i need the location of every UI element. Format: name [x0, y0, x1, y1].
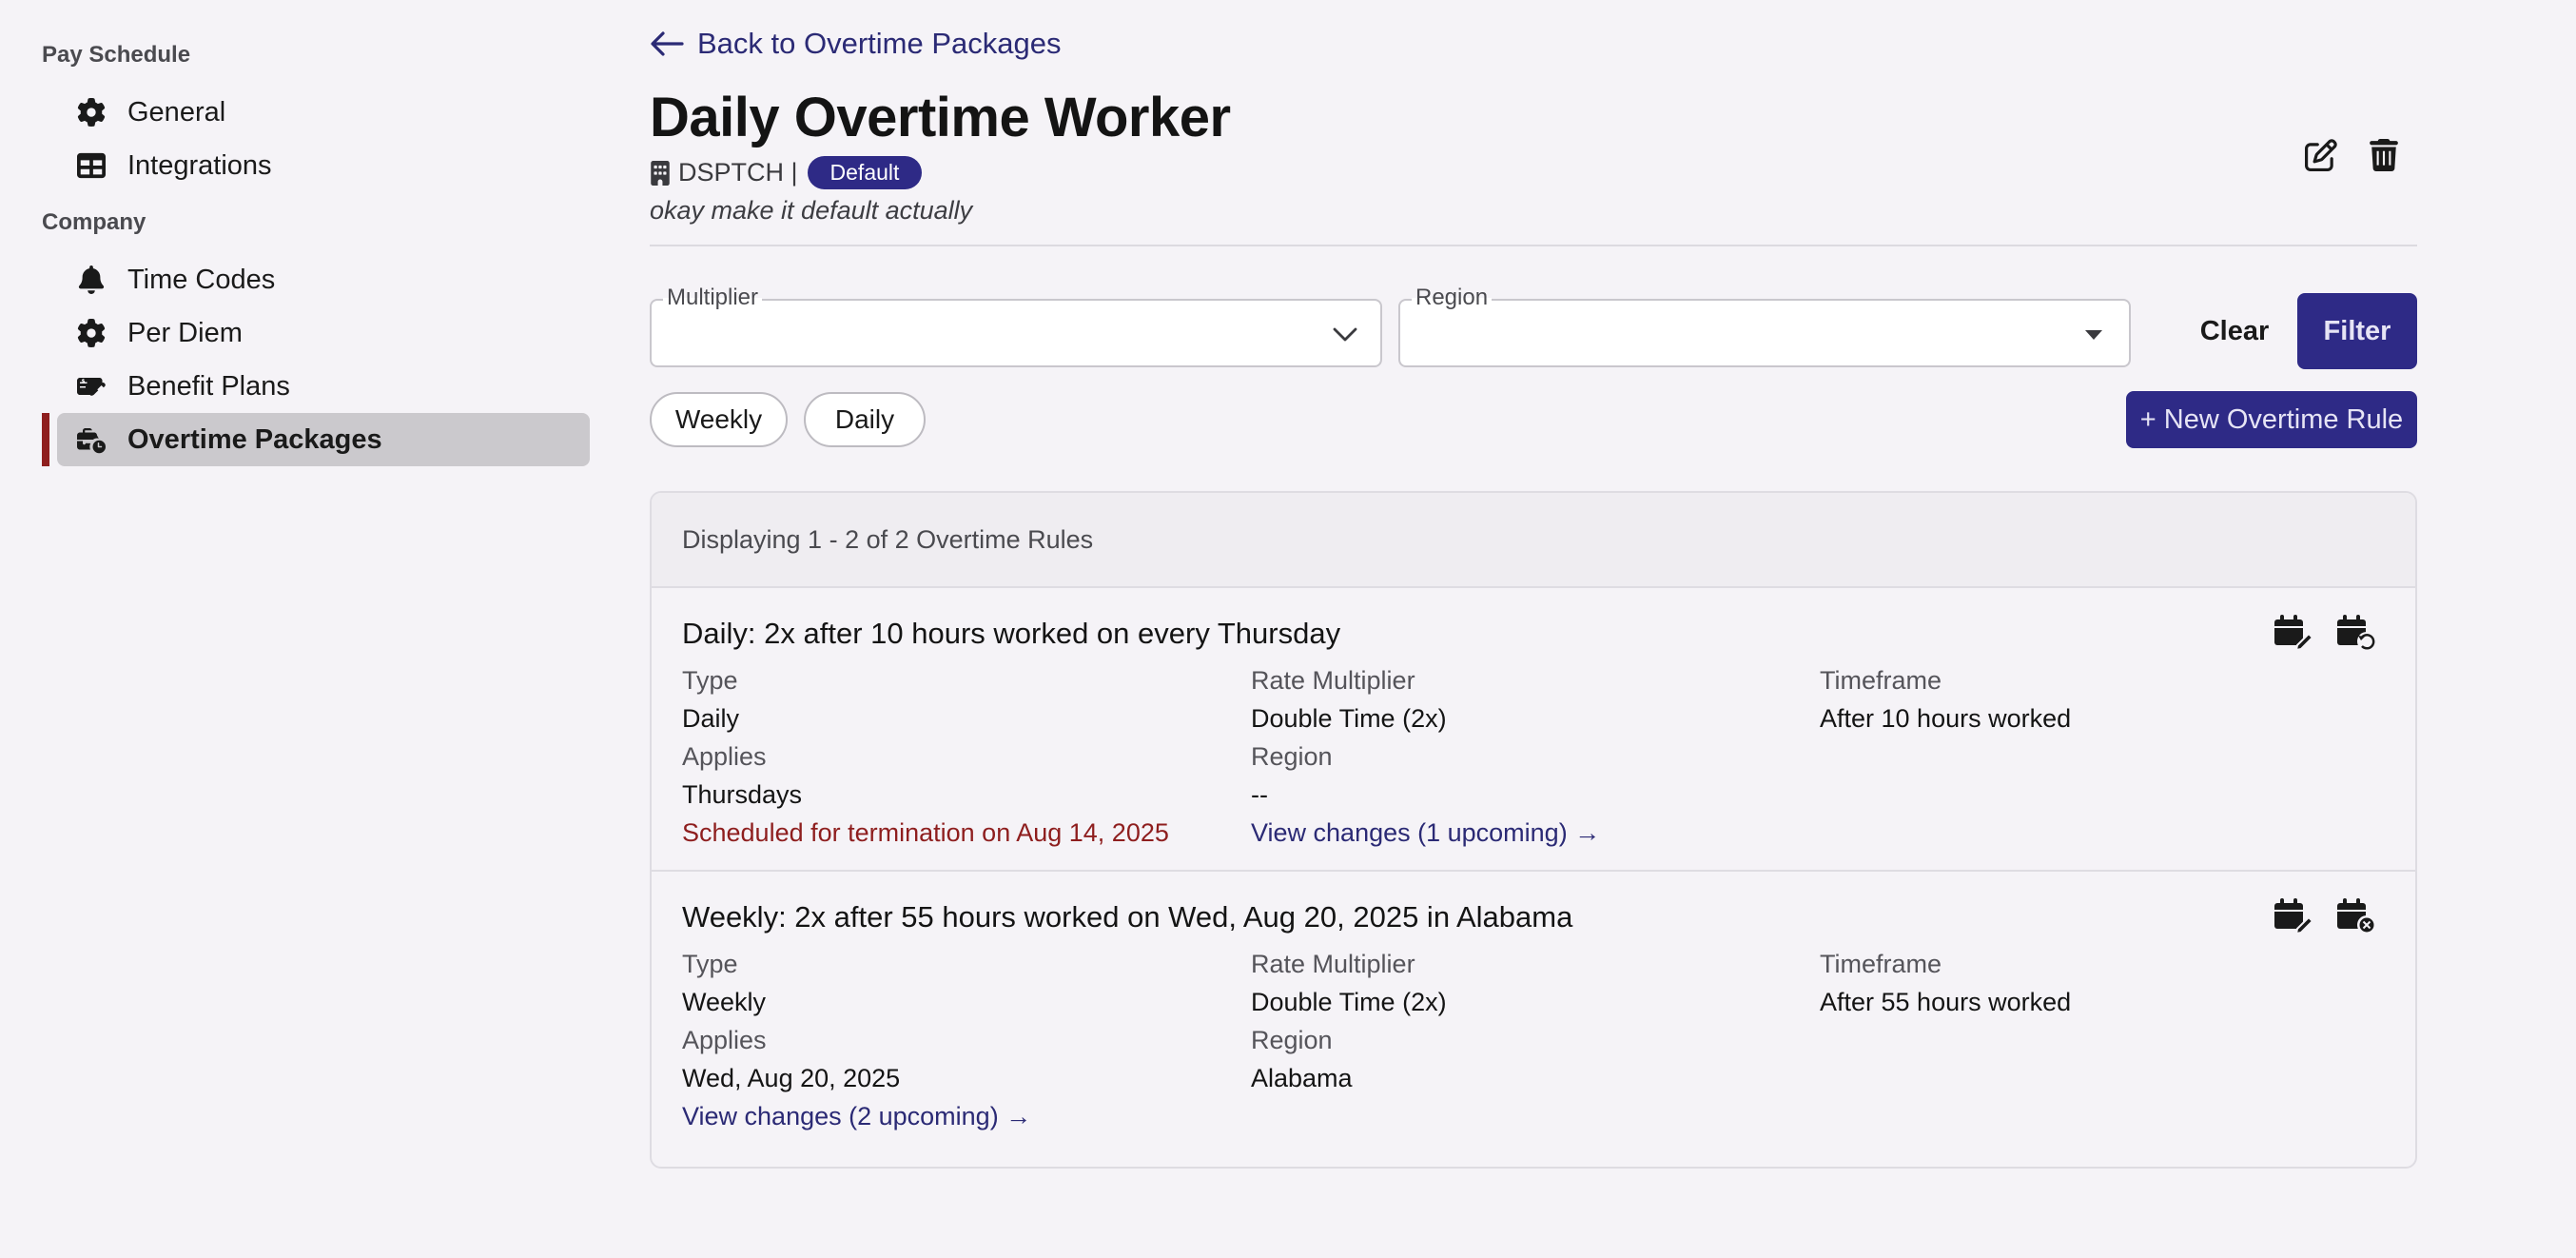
app-root: Pay Schedule General Integrations Compan…: [0, 0, 2576, 1258]
calendar-restore-icon: [2337, 615, 2376, 651]
chevron-down-icon: [1333, 327, 1357, 342]
applies-label: Applies: [682, 1026, 767, 1054]
region-label: Region: [1412, 285, 1493, 310]
type-label: Type: [682, 950, 738, 978]
arrow-left-icon: [651, 31, 684, 56]
package-meta: DSPTCH | Default: [650, 156, 923, 189]
edit-rule-button[interactable]: [2273, 613, 2314, 652]
multiplier-label: Multiplier: [663, 285, 763, 310]
edit-package-button[interactable]: [2305, 139, 2339, 173]
view-changes-link[interactable]: View changes (1 upcoming) →: [1251, 818, 1600, 848]
list-item: Weekly: 2x after 55 hours worked on Wed,…: [652, 872, 2415, 1155]
sidebar-item-label: Time Codes: [127, 264, 276, 295]
package-description: okay make it default actually: [650, 196, 973, 225]
timeframe-value: After 55 hours worked: [1820, 988, 2072, 1016]
default-badge: Default: [807, 156, 923, 189]
page-title: Daily Overtime Worker: [650, 87, 1231, 148]
region-value: --: [1251, 780, 1268, 809]
region-select[interactable]: Region: [1398, 285, 2131, 367]
sidebar-item-label: Overtime Packages: [127, 423, 382, 455]
calendar-edit-icon: [2274, 615, 2314, 652]
sidebar-item-benefit-plans[interactable]: $ Benefit Plans: [57, 360, 590, 413]
briefcase-clock-icon: [74, 423, 108, 457]
header-divider: [650, 245, 2417, 246]
timeframe-value: After 10 hours worked: [1820, 704, 2072, 733]
type-label: Type: [682, 666, 738, 695]
package-actions: [2305, 139, 2402, 173]
sidebar-active-indicator: [42, 413, 49, 466]
type-value: Daily: [682, 704, 740, 733]
rate-value: Double Time (2x): [1251, 704, 1447, 733]
rate-label: Rate Multiplier: [1251, 666, 1415, 695]
new-overtime-rule-button[interactable]: + New Overtime Rule: [2126, 391, 2417, 448]
sidebar: Pay Schedule General Integrations Compan…: [0, 0, 609, 1258]
sidebar-item-label: General: [127, 96, 226, 128]
view-changes-link[interactable]: View changes (2 upcoming) →: [682, 1102, 1031, 1131]
sidebar-item-label: Integrations: [127, 149, 272, 181]
type-value: Weekly: [682, 988, 767, 1016]
sidebar-item-general[interactable]: General: [57, 86, 590, 139]
cancel-rule-button[interactable]: [2335, 896, 2377, 934]
chip-weekly[interactable]: Weekly: [650, 392, 788, 447]
sidebar-item-label: Per Diem: [127, 317, 243, 348]
caret-down-icon: [2085, 330, 2102, 340]
sidebar-item-integrations[interactable]: Integrations: [57, 139, 590, 192]
back-link[interactable]: Back to Overtime Packages: [650, 27, 1062, 61]
multiplier-select[interactable]: Multiplier: [650, 285, 1382, 367]
sidebar-section-pay-schedule: Pay Schedule: [42, 42, 191, 68]
calendar-cancel-icon: [2337, 898, 2376, 934]
timeframe-label: Timeframe: [1820, 950, 1942, 978]
sidebar-item-overtime-packages[interactable]: Overtime Packages: [57, 413, 590, 466]
clear-button[interactable]: Clear: [2172, 293, 2297, 369]
region-value: Alabama: [1251, 1064, 1353, 1092]
delete-package-button[interactable]: [2368, 139, 2402, 173]
sidebar-item-time-codes[interactable]: Time Codes: [57, 253, 590, 306]
edit-icon: [2305, 139, 2337, 171]
restore-rule-button[interactable]: [2335, 613, 2377, 651]
rate-label: Rate Multiplier: [1251, 950, 1415, 978]
rule-actions: [2273, 896, 2377, 935]
building-icon: [651, 160, 670, 186]
company-name: DSPTCH |: [678, 158, 798, 187]
list-summary: Displaying 1 - 2 of 2 Overtime Rules: [652, 493, 2415, 588]
filter-button[interactable]: Filter: [2297, 293, 2417, 369]
sidebar-item-per-diem[interactable]: Per Diem: [57, 306, 590, 360]
trash-icon: [2370, 139, 2398, 171]
applies-value: Thursdays: [682, 780, 803, 809]
edit-rule-button[interactable]: [2273, 896, 2314, 935]
rule-title: Weekly: 2x after 55 hours worked on Wed,…: [682, 900, 1573, 934]
table-icon: [74, 148, 108, 183]
rule-title: Daily: 2x after 10 hours worked on every…: [682, 617, 1341, 650]
termination-notice: Scheduled for termination on Aug 14, 202…: [682, 818, 1169, 847]
back-link-label: Back to Overtime Packages: [697, 27, 1062, 60]
money-check-icon: $: [74, 369, 108, 403]
sidebar-item-label: Benefit Plans: [127, 370, 290, 402]
chip-daily[interactable]: Daily: [804, 392, 926, 447]
rate-value: Double Time (2x): [1251, 988, 1447, 1016]
region-label: Region: [1251, 1026, 1333, 1054]
rule-actions: [2273, 613, 2377, 652]
bell-icon: [74, 263, 108, 297]
calendar-edit-icon: [2274, 898, 2314, 935]
applies-label: Applies: [682, 742, 767, 771]
region-label: Region: [1251, 742, 1333, 771]
gear-icon: [74, 316, 108, 350]
timeframe-label: Timeframe: [1820, 666, 1942, 695]
list-item: Daily: 2x after 10 hours worked on every…: [652, 588, 2415, 872]
overtime-rules-list: Displaying 1 - 2 of 2 Overtime Rules Dai…: [650, 491, 2417, 1169]
applies-value: Wed, Aug 20, 2025: [682, 1064, 901, 1092]
gear-icon: [74, 95, 108, 129]
sidebar-section-company: Company: [42, 209, 146, 235]
svg-text:$: $: [82, 379, 86, 384]
